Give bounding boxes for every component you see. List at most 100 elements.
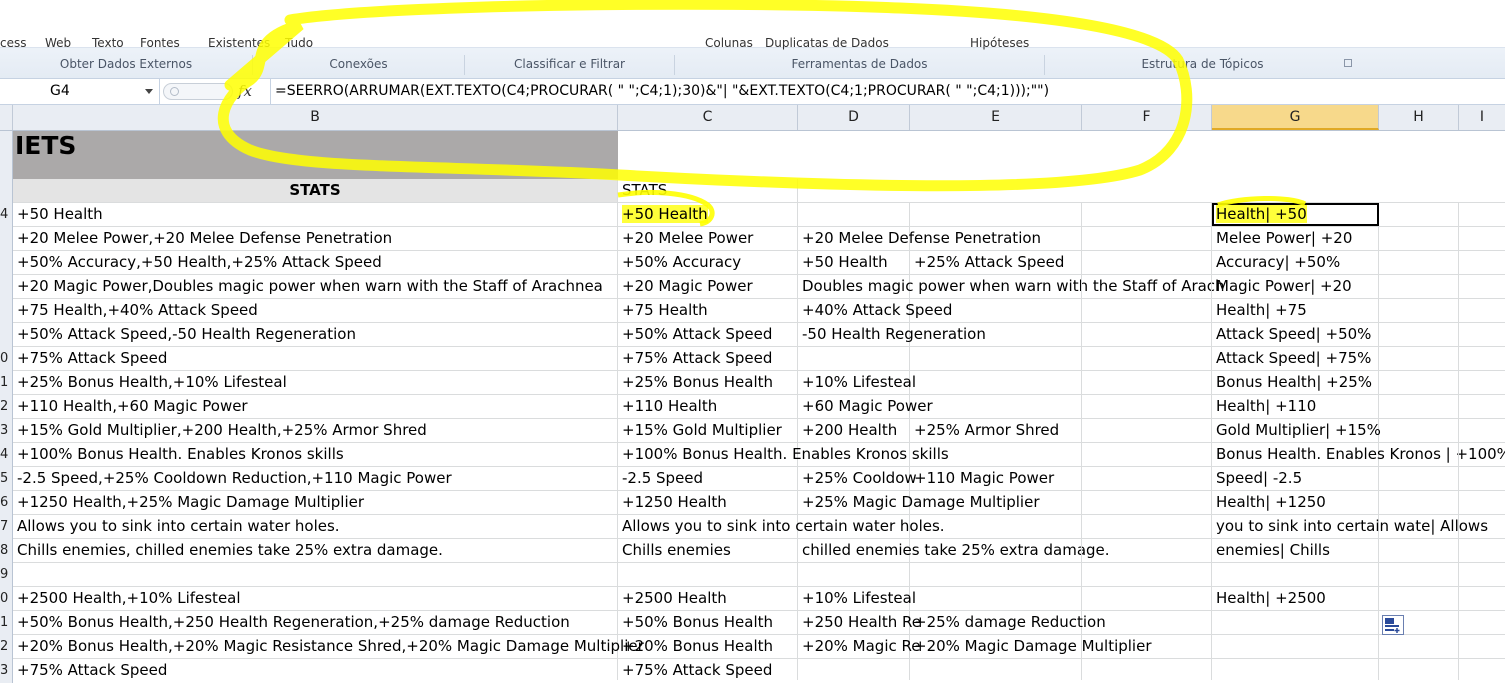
header-cell-b[interactable]: STATS xyxy=(13,179,618,202)
cell-g[interactable]: enemies| Chills xyxy=(1212,539,1379,562)
cell-d[interactable]: +10% Lifesteal xyxy=(798,587,916,610)
cell-b[interactable]: Allows you to sink into certain water ho… xyxy=(13,515,618,538)
cell-h[interactable] xyxy=(1379,395,1459,418)
cell-g[interactable] xyxy=(1212,611,1379,634)
cell-b[interactable]: +75% Attack Speed xyxy=(13,347,618,370)
cell-d[interactable] xyxy=(798,443,910,466)
cell-f[interactable] xyxy=(1082,275,1212,298)
cell-d[interactable]: -50 Health Regeneration xyxy=(798,323,986,346)
cell-g[interactable]: you to sink into certain wate| Allows xyxy=(1212,515,1488,538)
row-header[interactable]: 7 xyxy=(0,515,13,539)
cell-f[interactable] xyxy=(1082,587,1212,610)
row-header[interactable] xyxy=(0,275,13,299)
row-header[interactable]: 1 xyxy=(0,611,13,635)
row-header[interactable]: 2 xyxy=(0,635,13,659)
cell-e[interactable] xyxy=(910,491,1082,514)
cell-e[interactable] xyxy=(910,275,1082,298)
cell-g[interactable] xyxy=(1212,635,1379,658)
cell-d[interactable]: Doubles magic power when warn with the S… xyxy=(798,275,1225,298)
row-header[interactable] xyxy=(0,299,13,323)
cell-g[interactable]: Attack Speed| +50% xyxy=(1212,323,1379,346)
cell-h[interactable] xyxy=(1379,347,1459,370)
cell-f[interactable] xyxy=(1082,539,1212,562)
formula-bar-resize-handle[interactable] xyxy=(163,83,233,100)
cell-h[interactable] xyxy=(1379,563,1459,586)
cell-e[interactable] xyxy=(910,515,1082,538)
cell-e[interactable]: +25% Attack Speed xyxy=(910,251,1082,274)
cell-f[interactable] xyxy=(1082,515,1212,538)
cell-g[interactable]: Bonus Health. Enables Kronos | +100% xyxy=(1212,443,1505,466)
cell-c[interactable]: +20 Melee Power xyxy=(618,227,798,250)
cell-c[interactable]: +50 Health xyxy=(618,203,798,226)
cell-g[interactable]: Gold Multiplier| +15% xyxy=(1212,419,1381,442)
row-header[interactable] xyxy=(0,227,13,251)
cell-d[interactable]: +60 Magic Power xyxy=(798,395,933,418)
cell-h[interactable] xyxy=(1379,539,1459,562)
cell-b[interactable]: +20 Melee Power,+20 Melee Defense Penetr… xyxy=(13,227,618,250)
row-header[interactable]: 3 xyxy=(0,419,13,443)
cell-b[interactable]: +15% Gold Multiplier,+200 Health,+25% Ar… xyxy=(13,419,618,442)
cell-f[interactable] xyxy=(1082,347,1212,370)
ribbon-cut-label[interactable]: Existentes xyxy=(208,36,270,50)
cell-g[interactable]: Bonus Health| +25% xyxy=(1212,371,1379,394)
cell-e[interactable] xyxy=(910,539,1082,562)
cell-h[interactable] xyxy=(1379,419,1459,442)
cell-d[interactable]: +10% Lifesteal xyxy=(798,371,916,394)
cell-d[interactable]: +25% Cooldow xyxy=(798,467,917,490)
cell-g[interactable]: Health| +75 xyxy=(1212,299,1379,322)
cell-h[interactable] xyxy=(1379,275,1459,298)
cell-g[interactable]: Health| +2500 xyxy=(1212,587,1379,610)
cell-h[interactable] xyxy=(1379,443,1459,466)
cell-c[interactable] xyxy=(618,563,798,586)
cell-h[interactable] xyxy=(1379,323,1459,346)
row-header[interactable]: 2 xyxy=(0,395,13,419)
cell-h[interactable] xyxy=(1379,515,1459,538)
cell-b[interactable]: +50% Bonus Health,+250 Health Regenerati… xyxy=(13,611,618,634)
cell-e[interactable] xyxy=(910,395,1082,418)
cell-b[interactable]: +75% Attack Speed xyxy=(13,659,618,680)
cell-f[interactable] xyxy=(1082,323,1212,346)
cell-b[interactable]: +25% Bonus Health,+10% Lifesteal xyxy=(13,371,618,394)
row-header[interactable] xyxy=(0,179,13,203)
row-header[interactable]: 4 xyxy=(0,203,13,227)
cell-b[interactable]: +100% Bonus Health. Enables Kronos skill… xyxy=(13,443,618,466)
dialog-launcher-icon[interactable] xyxy=(1344,59,1352,67)
cell-c[interactable]: -2.5 Speed xyxy=(618,467,798,490)
cell-g[interactable]: Health| +1250 xyxy=(1212,491,1379,514)
cell-h[interactable] xyxy=(1379,299,1459,322)
cell-c[interactable]: +50% Bonus Health xyxy=(618,611,798,634)
column-header-i[interactable]: I xyxy=(1459,105,1505,130)
cell-g[interactable]: Melee Power| +20 xyxy=(1212,227,1379,250)
cell-c[interactable]: +75 Health xyxy=(618,299,798,322)
cell-d[interactable] xyxy=(798,659,910,680)
cell-b[interactable]: Chills enemies, chilled enemies take 25%… xyxy=(13,539,618,562)
ribbon-cut-label[interactable]: Hipóteses xyxy=(970,36,1029,50)
cell-d[interactable]: chilled enemies take 25% extra damage. xyxy=(798,539,1110,562)
column-header-c[interactable]: C xyxy=(618,105,798,130)
cell-c[interactable]: +75% Attack Speed xyxy=(618,659,798,680)
cell-g[interactable]: Accuracy| +50% xyxy=(1212,251,1379,274)
cell-c[interactable]: +1250 Health xyxy=(618,491,798,514)
cell-g[interactable] xyxy=(1212,659,1379,680)
column-header-b[interactable]: B xyxy=(13,105,618,130)
cell-c[interactable]: +110 Health xyxy=(618,395,798,418)
chevron-down-icon[interactable] xyxy=(145,89,153,94)
row-header[interactable]: 9 xyxy=(0,563,13,587)
cell-c[interactable]: +50% Accuracy xyxy=(618,251,798,274)
name-box[interactable]: G4 xyxy=(0,79,160,104)
cell-e[interactable] xyxy=(910,371,1082,394)
cell-f[interactable] xyxy=(1082,227,1212,250)
cell-c[interactable]: +25% Bonus Health xyxy=(618,371,798,394)
cell-b[interactable] xyxy=(13,563,618,586)
cell-f[interactable] xyxy=(1082,659,1212,680)
active-cell-g4[interactable]: Health| +50 xyxy=(1212,203,1379,226)
cell-b[interactable]: +20% Bonus Health,+20% Magic Resistance … xyxy=(13,635,644,658)
select-all-corner[interactable] xyxy=(0,105,13,130)
cell-f[interactable] xyxy=(1082,563,1212,586)
cell-b[interactable]: +2500 Health,+10% Lifesteal xyxy=(13,587,618,610)
cell-f[interactable] xyxy=(1082,635,1212,658)
cell-g[interactable]: Attack Speed| +75% xyxy=(1212,347,1379,370)
ribbon-cut-label[interactable]: Duplicatas de Dados xyxy=(765,36,889,50)
cell-f[interactable] xyxy=(1082,419,1212,442)
cell-f[interactable] xyxy=(1082,299,1212,322)
